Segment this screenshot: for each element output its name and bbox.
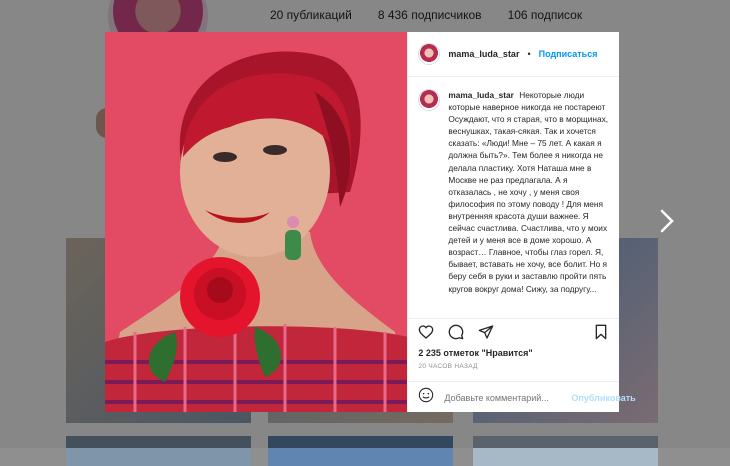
post-header: mama_luda_star • Подписаться xyxy=(408,32,619,77)
caption: mama_luda_star Некоторые люди которые на… xyxy=(448,89,609,295)
chevron-right-icon[interactable] xyxy=(660,209,680,233)
caption-row: mama_luda_star Некоторые люди которые на… xyxy=(418,89,609,295)
share-icon[interactable] xyxy=(478,324,494,340)
follow-button[interactable]: Подписаться xyxy=(539,49,598,59)
post-panel: mama_luda_star • Подписаться mama_luda_s… xyxy=(407,32,636,413)
post-time[interactable]: 20 ЧАСОВ НАЗАД xyxy=(418,363,477,370)
bookmark-icon[interactable] xyxy=(593,324,609,340)
comment-input[interactable] xyxy=(444,392,562,403)
caption-username[interactable]: mama_luda_star xyxy=(448,90,514,100)
publish-button[interactable]: Опубликовать xyxy=(571,393,635,403)
separator-dot: • xyxy=(527,49,531,59)
caption-avatar[interactable] xyxy=(418,89,441,111)
heart-icon[interactable] xyxy=(418,324,434,340)
caption-area[interactable]: mama_luda_star Некоторые люди которые на… xyxy=(408,77,619,347)
likes-count[interactable]: 2 235 отметок "Нравится" xyxy=(418,348,532,358)
add-comment-bar: Опубликовать xyxy=(408,381,636,413)
post-modal: mama_luda_star • Подписаться mama_luda_s… xyxy=(105,32,636,413)
caption-text: Некоторые люди которые наверное никогда … xyxy=(448,90,609,294)
comment-icon[interactable] xyxy=(448,324,464,340)
author-avatar[interactable] xyxy=(418,43,441,65)
post-photo[interactable] xyxy=(105,32,408,412)
emoji-icon[interactable] xyxy=(418,387,434,408)
author-username[interactable]: mama_luda_star xyxy=(448,49,519,59)
action-bar xyxy=(408,318,619,345)
